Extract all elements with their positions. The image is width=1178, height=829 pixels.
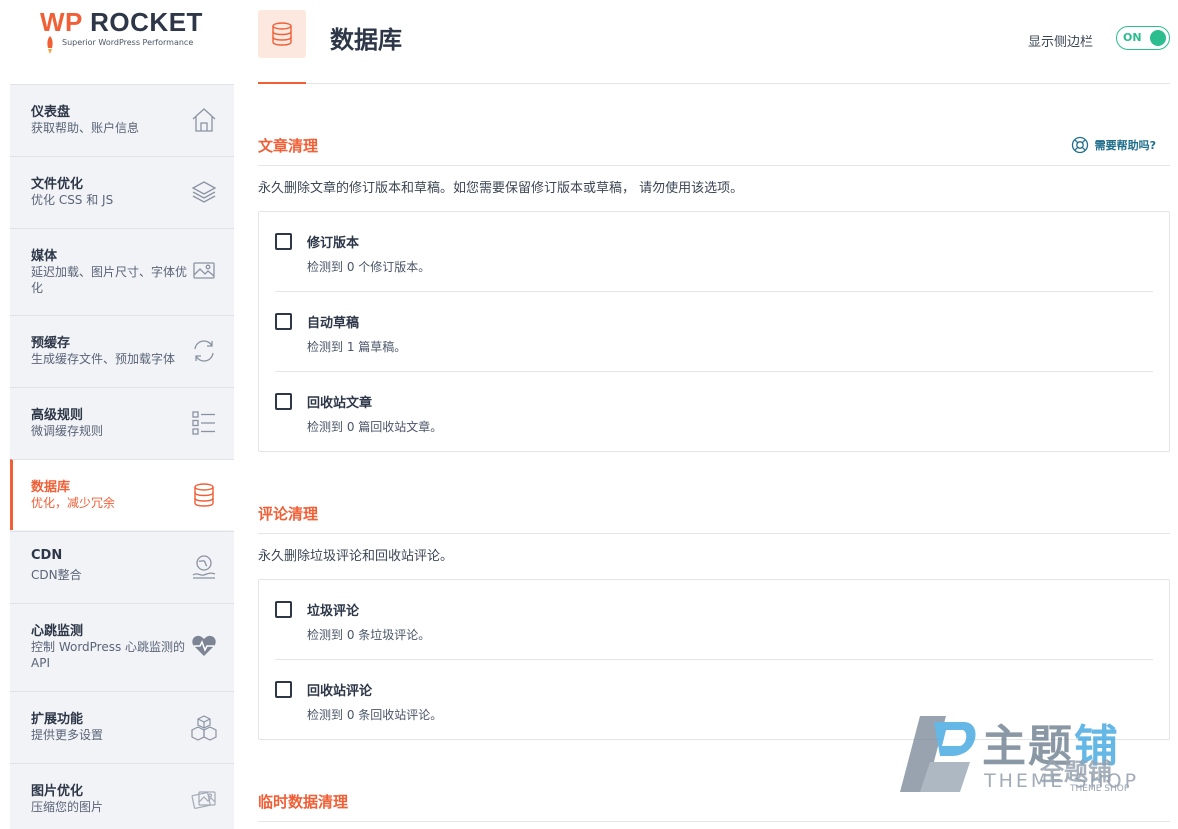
photos-icon	[191, 791, 216, 809]
sidebar-item-title: 心跳监测	[31, 624, 84, 639]
section-divider	[258, 533, 1170, 534]
sidebar-item-heartbeat[interactable]: 心跳监测 控制 WordPress 心跳监测的 API	[10, 603, 234, 691]
sidebar-item-title: 图片优化	[31, 784, 84, 799]
option-count: 检测到 0 条回收站评论。	[307, 708, 443, 722]
section-divider	[258, 165, 1170, 166]
sidebar-item-desc: CDN整合	[31, 568, 82, 582]
option-revisions: 修订版本 检测到 0 个修订版本。	[275, 212, 1153, 292]
sidebar-item-desc: 微调缓存规则	[31, 424, 104, 438]
auto-drafts-checkbox[interactable]	[275, 313, 292, 330]
page-title: 数据库	[330, 26, 402, 54]
show-sidebar-toggle[interactable]: ON	[1116, 26, 1170, 50]
database-icon	[272, 22, 292, 46]
theme-shop-watermark: 主题铺 THEME SHOP 全题铺 THEME SHOP	[890, 700, 1160, 810]
option-label[interactable]: 修订版本	[307, 232, 359, 251]
sidebar-item-database[interactable]: 数据库 优化，减少冗余	[10, 459, 234, 530]
toggle-state-text: ON	[1123, 31, 1142, 44]
sidebar-item-desc: 优化 CSS 和 JS	[31, 193, 114, 207]
image-icon	[193, 262, 215, 279]
heartbeat-icon	[192, 635, 216, 656]
option-label[interactable]: 回收站文章	[307, 392, 372, 411]
need-help-text: 需要帮助吗?	[1094, 139, 1156, 152]
option-label[interactable]: 垃圾评论	[307, 600, 359, 619]
layers-icon	[191, 181, 217, 203]
sidebar-item-desc: 提供更多设置	[31, 728, 104, 742]
rocket-icon	[47, 36, 53, 54]
sidebar-item-media[interactable]: 媒体 延迟加载、图片尺寸、字体优化	[10, 228, 234, 315]
sidebar-item-title: 预缓存	[31, 336, 71, 351]
page-header: 数据库 显示侧边栏 ON	[258, 0, 1170, 84]
cubes-icon	[191, 715, 217, 741]
sidebar-item-desc: 获取帮助、账户信息	[31, 121, 140, 135]
watermark-small-subtitle: THEME SHOP	[1070, 784, 1130, 794]
sidebar-item-title: 高级规则	[31, 408, 84, 423]
sidebar: WP ROCKET Superior WordPress Performance…	[10, 0, 234, 829]
sidebar-item-dashboard[interactable]: 仪表盘 获取帮助、账户信息	[10, 84, 234, 155]
sidebar-item-title: 媒体	[31, 249, 58, 264]
page-icon-box	[258, 10, 306, 58]
option-count: 检测到 1 篇草稿。	[307, 340, 407, 354]
section-desc-comment-cleanup: 永久删除垃圾评论和回收站评论。	[258, 549, 454, 564]
section-title-post-cleanup: 文章清理	[258, 137, 319, 155]
sidebar-item-cdn[interactable]: CDN CDN整合	[10, 531, 234, 602]
globe-hand-icon	[192, 555, 216, 579]
home-icon	[192, 108, 216, 132]
option-label[interactable]: 回收站评论	[307, 680, 372, 699]
sidebar-item-file-optimization[interactable]: 文件优化 优化 CSS 和 JS	[10, 156, 234, 227]
sidebar-item-addons[interactable]: 扩展功能 提供更多设置	[10, 691, 234, 762]
option-count: 检测到 0 篇回收站文章。	[307, 420, 443, 434]
option-auto-drafts: 自动草稿 检测到 1 篇草稿。	[275, 292, 1153, 372]
sidebar-item-title: CDN	[31, 548, 63, 563]
sidebar-item-desc: 控制 WordPress 心跳监测的 API	[31, 640, 186, 670]
sidebar-item-title: 扩展功能	[31, 712, 84, 727]
lifebuoy-icon	[1071, 136, 1088, 154]
option-trashed-posts: 回收站文章 检测到 0 篇回收站文章。	[275, 372, 1153, 452]
section-divider	[258, 821, 1170, 822]
theme-shop-logo-icon	[900, 716, 976, 792]
sidebar-item-title: 数据库	[31, 480, 71, 495]
toggle-knob	[1150, 30, 1166, 46]
sidebar-item-desc: 生成缓存文件、预加载字体	[31, 352, 176, 366]
watermark-small-title: 全题铺	[1040, 758, 1112, 786]
sidebar-item-preload[interactable]: 预缓存 生成缓存文件、预加载字体	[10, 315, 234, 386]
option-label[interactable]: 自动草稿	[307, 312, 359, 331]
spam-comments-checkbox[interactable]	[275, 601, 292, 618]
trashed-posts-checkbox[interactable]	[275, 393, 292, 410]
post-cleanup-card: 修订版本 检测到 0 个修订版本。 自动草稿 检测到 1 篇草稿。 回收站文章 …	[258, 211, 1170, 452]
sidebar-item-title: 仪表盘	[31, 105, 71, 120]
header-accent-underline	[258, 82, 306, 84]
sidebar-item-desc: 压缩您的图片	[31, 800, 104, 814]
option-spam-comments: 垃圾评论 检测到 0 条垃圾评论。	[275, 580, 1153, 660]
section-desc-post-cleanup: 永久删除文章的修订版本和草稿。如您需要保留修订版本或草稿， 请勿使用该选项。	[258, 181, 744, 196]
sidebar-item-desc: 延迟加载、图片尺寸、字体优化	[31, 265, 188, 295]
revisions-checkbox[interactable]	[275, 233, 292, 250]
option-count: 检测到 0 条垃圾评论。	[307, 628, 431, 642]
sidebar-item-image-optimization[interactable]: 图片优化 压缩您的图片	[10, 763, 234, 829]
section-title-transients-cleanup: 临时数据清理	[258, 793, 349, 811]
section-title-comment-cleanup: 评论清理	[258, 505, 319, 523]
show-sidebar-label: 显示侧边栏	[1028, 35, 1094, 50]
logo-tagline: Superior WordPress Performance	[62, 38, 194, 47]
wp-rocket-logo[interactable]: WP ROCKET Superior WordPress Performance	[10, 0, 234, 84]
refresh-icon	[194, 340, 214, 362]
sidebar-item-desc: 优化，减少冗余	[31, 496, 116, 510]
trashed-comments-checkbox[interactable]	[275, 681, 292, 698]
database-icon	[194, 483, 214, 507]
need-help-link[interactable]: 需要帮助吗?	[1071, 136, 1156, 154]
option-count: 检测到 0 个修订版本。	[307, 260, 431, 274]
logo-wordmark: WP ROCKET	[40, 7, 203, 37]
checklist-icon	[192, 411, 215, 435]
sidebar-item-advanced-rules[interactable]: 高级规则 微调缓存规则	[10, 387, 234, 458]
sidebar-item-title: 文件优化	[31, 177, 84, 192]
